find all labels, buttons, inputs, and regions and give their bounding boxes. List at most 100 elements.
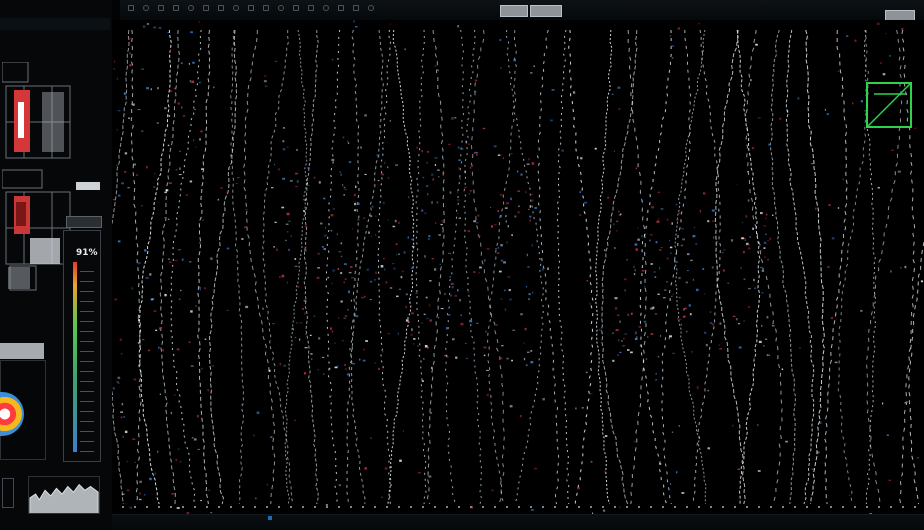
noise-speck — [323, 197, 326, 200]
noise-speck — [336, 233, 338, 236]
noise-speck — [305, 333, 307, 335]
noise-speck — [274, 164, 276, 166]
export-icon[interactable] — [263, 5, 269, 11]
noise-speck — [132, 103, 135, 106]
info-icon[interactable] — [293, 5, 299, 11]
layer-icon[interactable] — [188, 5, 194, 11]
noise-speck — [235, 183, 238, 184]
noise-speck — [354, 209, 356, 212]
noise-speck — [645, 358, 648, 360]
noise-speck — [266, 483, 268, 486]
noise-speck — [798, 347, 801, 349]
noise-speck — [447, 313, 451, 316]
filter-icon[interactable] — [278, 5, 284, 11]
noise-speck — [889, 54, 892, 57]
noise-speck — [124, 152, 128, 155]
noise-speck — [405, 306, 407, 308]
noise-speck — [508, 289, 511, 292]
noise-speck — [365, 340, 368, 342]
noise-speck — [737, 322, 741, 325]
noise-speck — [117, 376, 121, 379]
save-icon[interactable] — [248, 5, 254, 11]
cursor-icon[interactable] — [143, 5, 149, 11]
noise-speck — [747, 171, 749, 173]
noise-speck — [753, 357, 755, 360]
noise-speck — [534, 467, 538, 470]
noise-speck — [339, 171, 341, 173]
sonar-scan-display[interactable] — [112, 20, 924, 514]
noise-speck — [126, 460, 129, 463]
noise-speck — [787, 110, 789, 113]
scan-line — [785, 29, 815, 505]
noise-speck — [713, 236, 715, 239]
noise-speck — [702, 267, 705, 270]
camera-icon[interactable] — [323, 5, 329, 11]
sync-icon[interactable] — [353, 5, 359, 11]
noise-speck — [736, 184, 738, 186]
noise-speck — [852, 102, 854, 105]
toolbar-button-2[interactable] — [530, 5, 562, 17]
noise-speck — [525, 364, 528, 367]
noise-speck — [313, 176, 316, 179]
scale-tick — [530, 506, 532, 508]
noise-speck — [622, 345, 625, 347]
noise-speck — [530, 509, 534, 511]
noise-speck — [356, 282, 358, 285]
scan-line — [487, 29, 517, 505]
noise-speck — [585, 371, 588, 374]
lock-icon[interactable] — [368, 5, 374, 11]
ruler-icon[interactable] — [218, 5, 224, 11]
noise-speck — [761, 270, 763, 272]
noise-speck — [509, 405, 513, 408]
scan-line — [303, 30, 319, 505]
noise-speck — [156, 122, 159, 124]
noise-speck — [129, 52, 131, 55]
noise-speck — [633, 440, 636, 443]
noise-speck — [659, 267, 661, 270]
marker-icon[interactable] — [233, 5, 239, 11]
noise-speck — [709, 322, 713, 324]
noise-speck — [499, 270, 502, 273]
noise-speck — [295, 322, 299, 324]
noise-speck — [457, 199, 460, 202]
noise-speck — [691, 351, 693, 353]
noise-speck — [304, 249, 307, 252]
noise-speck — [650, 333, 654, 335]
noise-speck — [719, 348, 723, 350]
noise-speck — [128, 37, 131, 40]
noise-speck — [763, 225, 767, 227]
noise-speck — [751, 147, 754, 150]
noise-speck — [901, 28, 904, 31]
noise-speck — [531, 199, 534, 202]
noise-speck — [142, 339, 145, 341]
chart-icon[interactable] — [338, 5, 344, 11]
noise-speck — [421, 322, 423, 324]
noise-speck — [137, 109, 141, 111]
mini-scale-icon — [2, 478, 14, 508]
target-icon[interactable] — [173, 5, 179, 11]
noise-speck — [126, 489, 130, 492]
target-lock-box[interactable] — [866, 82, 912, 128]
noise-speck — [410, 334, 413, 336]
noise-speck — [454, 117, 457, 119]
noise-speck — [297, 286, 300, 288]
noise-speck — [457, 289, 459, 292]
scan-line — [159, 29, 180, 505]
scale-tick — [710, 506, 712, 508]
noise-speck — [114, 298, 118, 301]
noise-speck — [469, 166, 472, 169]
noise-speck — [130, 117, 133, 119]
settings-icon[interactable] — [203, 5, 209, 11]
grid-icon[interactable] — [128, 5, 134, 11]
measure-icon[interactable] — [308, 5, 314, 11]
noise-speck — [890, 270, 892, 273]
noise-speck — [811, 468, 814, 470]
noise-speck — [834, 361, 838, 364]
toolbar-button-1[interactable] — [500, 5, 528, 17]
noise-speck — [442, 172, 445, 174]
noise-speck — [164, 107, 167, 110]
noise-speck — [304, 225, 308, 228]
noise-speck — [444, 293, 446, 295]
zoom-icon[interactable] — [158, 5, 164, 11]
scale-tick — [122, 506, 124, 508]
